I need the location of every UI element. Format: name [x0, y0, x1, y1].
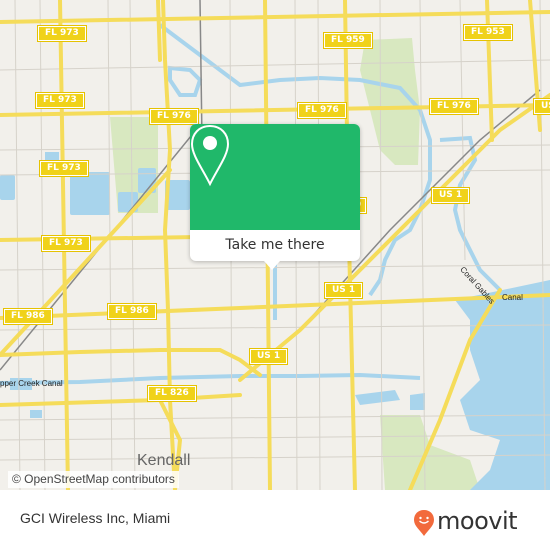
road-shield: FL 986: [107, 303, 157, 320]
water-label: pper Creek Canal: [0, 379, 63, 388]
attribution[interactable]: © OpenStreetMap contributors: [8, 471, 179, 488]
road-shield: FL 976: [429, 98, 479, 115]
map-pin-icon: [190, 124, 230, 187]
road-shield: FL 973: [39, 160, 89, 177]
road-shield: US 1: [248, 348, 289, 365]
moovit-pin-icon: [414, 510, 434, 536]
road-shield: US 1: [532, 98, 550, 115]
take-me-there-button[interactable]: Take me there: [190, 230, 360, 261]
road-shield: FL 973: [37, 25, 87, 42]
popup-header: [190, 124, 360, 230]
moovit-logo[interactable]: moovit: [413, 507, 538, 539]
place-title: GCI Wireless Inc, Miami: [20, 510, 171, 526]
road-shield: US 1: [323, 282, 364, 299]
road-shield: FL 973: [35, 92, 85, 109]
road-shield: US 1: [430, 187, 471, 204]
road-shield: FL 986: [3, 308, 53, 325]
water-label: Canal: [502, 293, 523, 302]
moovit-wordmark: moovit: [437, 507, 518, 535]
road-shield: FL 953: [463, 24, 513, 41]
location-popup[interactable]: Take me there: [190, 124, 360, 270]
road-shield: FL 976: [149, 108, 199, 125]
map-canvas[interactable]: FL 973 FL 973 FL 973 FL 973 FL 959 FL 97…: [0, 0, 550, 490]
road-shield: FL 826: [147, 385, 197, 402]
road-shield: FL 959: [323, 32, 373, 49]
road-shield: FL 976: [297, 102, 347, 119]
road-shield: FL 973: [41, 235, 91, 252]
place-label-kendall: Kendall: [137, 452, 191, 469]
popup-pointer: [264, 261, 280, 270]
